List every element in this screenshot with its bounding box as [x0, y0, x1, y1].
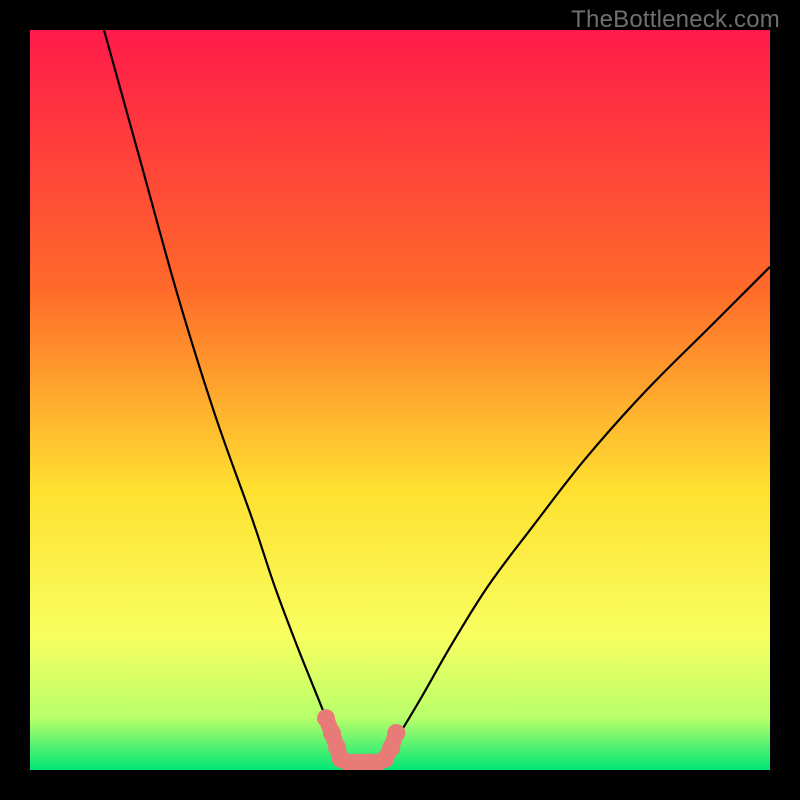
- marker-dot: [387, 724, 405, 742]
- gradient-background: [30, 30, 770, 770]
- chart-svg: [30, 30, 770, 770]
- plot-area: [30, 30, 770, 770]
- chart-frame: TheBottleneck.com: [0, 0, 800, 800]
